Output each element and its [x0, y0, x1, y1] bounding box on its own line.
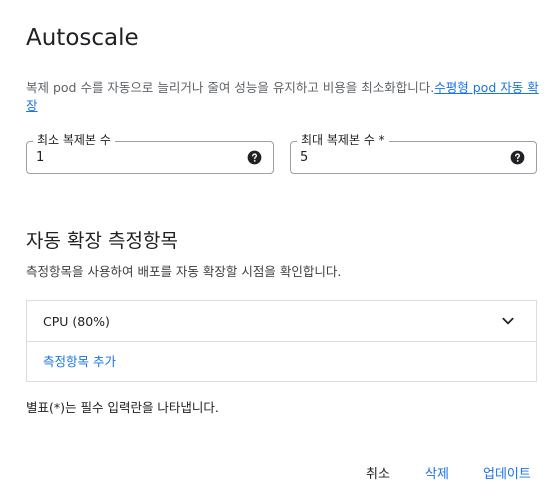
required-fields-note: 별표(*)는 필수 입력란을 나타냅니다. — [26, 400, 219, 415]
metric-label: CPU (80%) — [43, 314, 110, 329]
autoscale-dialog: Autoscale 복제 pod 수를 자동으로 늘리거나 줄여 성능을 유지하… — [0, 0, 556, 503]
delete-button[interactable]: 삭제 — [425, 466, 449, 484]
metrics-section-title: 자동 확장 측정항목 — [26, 230, 178, 252]
update-button[interactable]: 업데이트 — [483, 466, 531, 484]
metric-item-cpu[interactable]: CPU (80%) — [27, 301, 536, 342]
help-icon[interactable] — [510, 150, 525, 165]
metrics-list: CPU (80%) 측정항목 추가 — [26, 300, 537, 382]
min-replicas-field: 최소 복제본 수 — [26, 133, 274, 174]
help-icon[interactable] — [247, 150, 262, 165]
max-replicas-input[interactable] — [300, 142, 480, 173]
description-text: 복제 pod 수를 자동으로 늘리거나 줄여 성능을 유지하고 비용을 최소화합… — [26, 80, 435, 95]
cancel-button[interactable]: 취소 — [366, 466, 390, 484]
metrics-section-description: 측정항목을 사용하여 배포를 자동 확장할 시점을 확인합니다. — [26, 264, 342, 279]
add-metric-button[interactable]: 측정항목 추가 — [43, 353, 116, 370]
min-replicas-input[interactable] — [36, 142, 216, 173]
dialog-description: 복제 pod 수를 자동으로 늘리거나 줄여 성능을 유지하고 비용을 최소화합… — [26, 79, 541, 115]
max-replicas-field: 최대 복제본 수 * — [290, 133, 537, 174]
chevron-down-icon[interactable] — [500, 313, 516, 329]
dialog-title: Autoscale — [26, 25, 139, 51]
